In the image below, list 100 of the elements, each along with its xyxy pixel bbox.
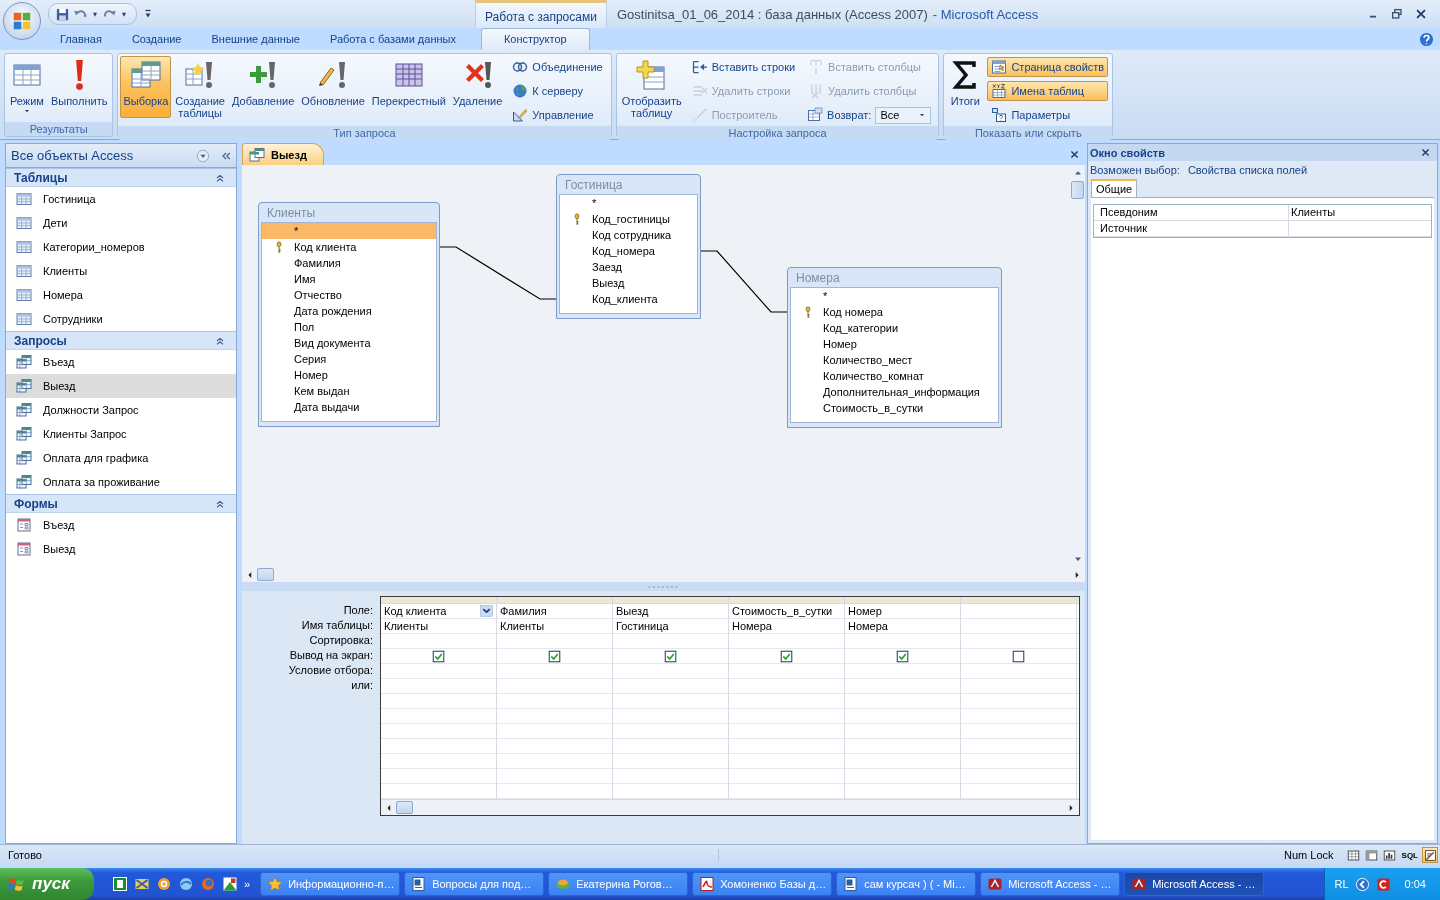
grid-cell[interactable]	[381, 649, 496, 664]
sql-view-button[interactable]: SQL	[1399, 847, 1420, 863]
app-icon[interactable]	[112, 876, 128, 892]
field-item[interactable]: Код_клиента	[560, 291, 697, 307]
ribbon-button[interactable]: Итоги	[946, 56, 985, 118]
field-item[interactable]: Отчество	[262, 287, 436, 303]
scroll-thumb[interactable]	[396, 801, 413, 814]
nav-item[interactable]: Въезд	[6, 513, 236, 537]
close-icon[interactable]	[1069, 149, 1080, 160]
field-item[interactable]: Серия	[262, 351, 436, 367]
ribbon-button[interactable]: Имена таблиц	[987, 81, 1109, 101]
column-selector[interactable]	[845, 597, 960, 604]
office-button[interactable]	[3, 2, 41, 40]
column-selector[interactable]	[613, 597, 728, 604]
field-item[interactable]: Код клиента	[262, 239, 436, 255]
grid-cell[interactable]: Клиенты	[381, 619, 496, 634]
ribbon-tab[interactable]: Создание	[116, 29, 197, 50]
taskbar-button[interactable]: Microsoft Access - …	[1124, 872, 1265, 896]
restore-icon[interactable]	[1390, 7, 1404, 21]
close-icon[interactable]	[1414, 7, 1428, 21]
grid-cell[interactable]: Номера	[845, 619, 960, 634]
grid-cell[interactable]	[845, 649, 960, 664]
property-value[interactable]: Клиенты	[1289, 205, 1431, 220]
field-item[interactable]: Дата рождения	[262, 303, 436, 319]
start-button[interactable]: пуск	[0, 868, 94, 900]
section-header[interactable]: Формы	[6, 494, 236, 513]
field-item[interactable]: Код_гостиницы	[560, 211, 697, 227]
checkbox[interactable]	[432, 649, 445, 663]
field-item[interactable]: Заезд	[560, 259, 697, 275]
grid-cell[interactable]	[497, 649, 612, 664]
field-item[interactable]: Стоимость_в_сутки	[791, 400, 998, 416]
ribbon-tab[interactable]: Главная	[45, 29, 117, 50]
dropdown-icon[interactable]	[196, 148, 210, 163]
ribbon-button[interactable]: Управление	[508, 105, 607, 125]
close-icon[interactable]	[1420, 147, 1431, 158]
ribbon-button[interactable]: Отобразить таблицу	[618, 56, 685, 121]
ribbon-button[interactable]: Добавление	[229, 56, 298, 118]
nav-item[interactable]: Оплата для графика	[6, 446, 236, 470]
more-chevron[interactable]: »	[244, 878, 251, 890]
browser-icon[interactable]	[200, 876, 216, 892]
picture-icon[interactable]	[222, 876, 238, 892]
section-header[interactable]: Таблицы	[6, 168, 236, 187]
horizontal-scrollbar[interactable]	[381, 799, 1079, 815]
dropdown-icon[interactable]	[480, 605, 493, 617]
ribbon-button[interactable]: Вставить строки	[687, 57, 800, 77]
field-item[interactable]: Код_категории	[791, 320, 998, 336]
field-item[interactable]: Имя	[262, 271, 436, 287]
app-icon[interactable]	[156, 876, 172, 892]
field-item[interactable]: Дата выдачи	[262, 399, 436, 415]
ribbon-button[interactable]: К серверу	[508, 81, 607, 101]
grid-cell[interactable]	[961, 649, 1076, 664]
grid-cell[interactable]	[613, 649, 728, 664]
grid-cell[interactable]: Номер	[845, 604, 960, 619]
nav-item[interactable]: Номера	[6, 283, 236, 307]
nav-item[interactable]: Гостиница	[6, 187, 236, 211]
nav-item[interactable]: Выезд	[6, 374, 236, 398]
ribbon-tab[interactable]: Конструктор	[480, 28, 590, 50]
field-item[interactable]: *	[791, 288, 998, 304]
field-item[interactable]: Количество_мест	[791, 352, 998, 368]
column-selector[interactable]	[961, 597, 1076, 604]
field-item[interactable]: Пол	[262, 319, 436, 335]
field-item[interactable]: Код_номера	[560, 243, 697, 259]
checkbox[interactable]	[664, 649, 677, 663]
field-item[interactable]: Количество_комнат	[791, 368, 998, 384]
nav-item[interactable]: Оплата за проживание	[6, 470, 236, 494]
ribbon-button[interactable]: Удаление	[449, 56, 506, 118]
nav-item[interactable]: Должности Запрос	[6, 398, 236, 422]
grid-cell[interactable]: Фамилия	[497, 604, 612, 619]
grid-cell[interactable]: Стоимость_в_сутки	[729, 604, 844, 619]
ribbon-button[interactable]: Режим	[7, 56, 47, 118]
field-item[interactable]: Фамилия	[262, 255, 436, 271]
return-dropdown[interactable]: Все	[875, 106, 932, 124]
checkbox[interactable]	[1012, 649, 1025, 663]
grid-cell[interactable]: Выезд	[613, 604, 728, 619]
field-item[interactable]: Номер	[262, 367, 436, 383]
grid-cell[interactable]: Клиенты	[497, 619, 612, 634]
ribbon-tab[interactable]: Работа с базами данных	[314, 29, 471, 50]
view-button[interactable]	[1422, 847, 1438, 863]
field-item[interactable]: *	[262, 223, 436, 239]
horizontal-scrollbar[interactable]	[242, 567, 1085, 582]
grid-cell[interactable]: Гостиница	[613, 619, 728, 634]
view-button[interactable]	[1345, 847, 1362, 863]
ribbon-button[interactable]: Выполнить	[47, 56, 111, 118]
field-item[interactable]: Код сотрудника	[560, 227, 697, 243]
field-item[interactable]: Дополнительная_информация	[791, 384, 998, 400]
ribbon-button[interactable]: Объединение	[508, 57, 607, 77]
column-selector[interactable]	[729, 597, 844, 604]
ribbon-button[interactable]: Обновление	[298, 56, 368, 118]
section-header[interactable]: Запросы	[6, 331, 236, 350]
app-tray-icon[interactable]	[1375, 876, 1391, 892]
nav-item[interactable]: Сотрудники	[6, 307, 236, 331]
browser-icon[interactable]	[178, 876, 194, 892]
nav-item[interactable]: Категории_номеров	[6, 235, 236, 259]
scroll-thumb[interactable]	[1071, 181, 1084, 199]
ribbon-button[interactable]: Параметры	[987, 105, 1109, 125]
field-item[interactable]: Код номера	[791, 304, 998, 320]
checkbox[interactable]	[896, 649, 909, 663]
checkbox[interactable]	[780, 649, 793, 663]
nav-item[interactable]: Клиенты Запрос	[6, 422, 236, 446]
scroll-thumb[interactable]	[257, 568, 274, 581]
